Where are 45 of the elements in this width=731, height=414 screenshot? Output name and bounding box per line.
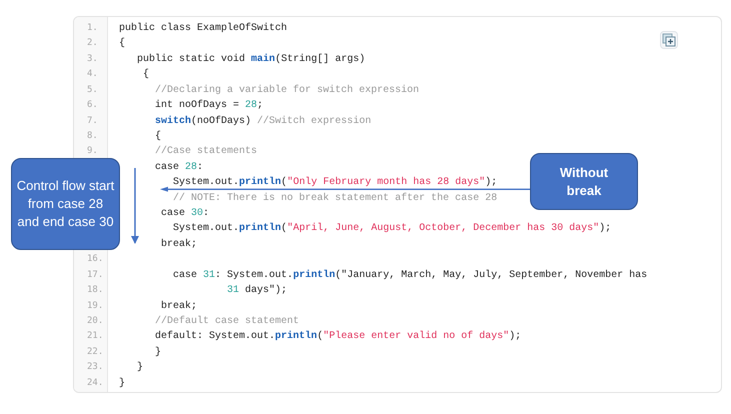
line-number: 9. — [87, 146, 98, 156]
line-number: 24. — [87, 378, 104, 388]
line-number: 19. — [87, 300, 104, 311]
code-line: { — [119, 38, 126, 50]
code-line: case 30: — [161, 208, 210, 220]
code-line: int noOfDays = 28; — [155, 100, 264, 112]
copy-button[interactable] — [660, 31, 678, 49]
callout-text: Control flow start from case 28 and end case 30 — [16, 177, 115, 231]
line-number: 7. — [87, 116, 98, 126]
line-number: 1. — [87, 23, 98, 33]
code-line: break; — [161, 300, 198, 312]
code-line: } — [119, 378, 126, 389]
code-line: //Case statements — [155, 146, 258, 158]
code-line: //Declaring a variable for switch expression — [155, 84, 420, 96]
line-number: 20. — [87, 316, 104, 326]
code-line: break; — [161, 238, 198, 250]
code-line: case 31: System.out.println("January, March, May, July, September, November has — [173, 270, 648, 281]
line-number: 22. — [87, 346, 104, 357]
line-number: 18. — [87, 285, 104, 296]
code-line: //Default case statement — [155, 316, 300, 328]
callout-text: Without break — [558, 164, 610, 200]
code-line: public class ExampleOfSwitch — [119, 23, 288, 34]
line-number: 6. — [87, 100, 98, 110]
code-line: System.out.println("April, June, August, October, December has 30 days"); — [173, 223, 612, 234]
code-line: { — [155, 130, 162, 142]
code-line: default: System.out.println("Please enter valid no of days"); — [155, 331, 522, 342]
code-line: } — [155, 346, 162, 358]
code-line: } — [137, 362, 144, 374]
line-number: 23. — [87, 362, 104, 372]
code-line: { — [143, 69, 150, 80]
line-number: 17. — [87, 270, 104, 280]
line-number: 5. — [87, 84, 98, 95]
line-number: 8. — [87, 130, 98, 141]
code-line: public static void main(String[] args) — [137, 54, 366, 65]
line-number: 3. — [87, 54, 98, 64]
line-number: 16. — [87, 254, 104, 264]
code-line: switch(noOfDays) //Switch expression — [155, 116, 372, 127]
code-line: System.out.println("Only February month has 28 days"); — [173, 177, 498, 188]
code-line: case 28: — [155, 162, 204, 173]
line-number: 21. — [87, 331, 104, 342]
line-number: 4. — [87, 69, 98, 80]
line-number: 2. — [87, 38, 98, 48]
code-line: 31 days"); — [227, 285, 288, 296]
copy-icon — [662, 33, 676, 47]
code-line: // NOTE: There is no break statement after the case 28 — [173, 192, 498, 204]
